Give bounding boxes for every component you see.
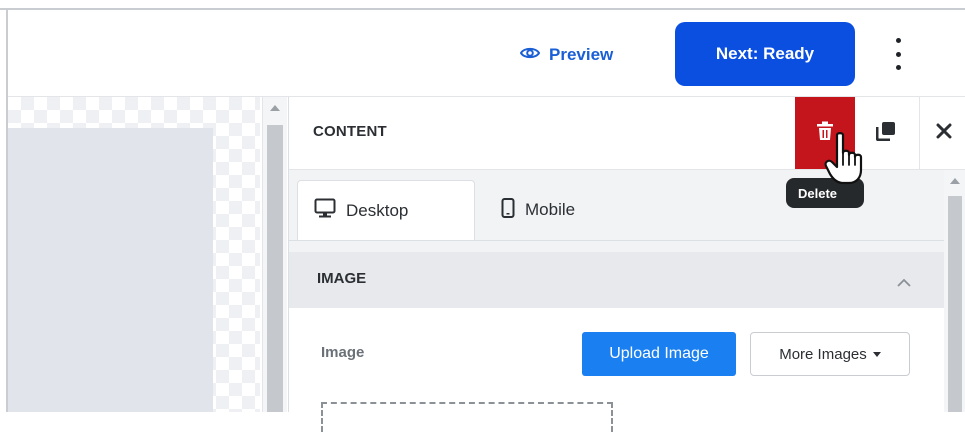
monitor-icon [314, 198, 336, 223]
tab-desktop[interactable]: Desktop [297, 180, 475, 240]
caret-down-icon [872, 351, 881, 357]
preview-label: Preview [549, 45, 614, 64]
more-images-dropdown[interactable]: More Images [750, 332, 910, 376]
panel-title: CONTENT [313, 123, 387, 140]
image-section: IMAGE Image Upload Image More Images [289, 252, 944, 432]
phone-icon [501, 197, 515, 223]
next-ready-label: Next: Ready [715, 44, 815, 63]
scroll-up-arrow-icon[interactable] [270, 105, 280, 111]
canvas-scroll-thumb[interactable] [267, 125, 283, 412]
image-section-header[interactable]: IMAGE [289, 252, 944, 308]
image-drop-zone[interactable] [321, 402, 613, 432]
upload-image-label: Upload Image [609, 345, 709, 362]
close-panel-button[interactable] [919, 97, 965, 169]
canvas-scrollbar[interactable] [262, 97, 287, 412]
preview-link[interactable]: Preview [519, 38, 614, 72]
upload-image-button[interactable]: Upload Image [582, 332, 736, 376]
close-icon [936, 123, 952, 144]
chevron-up-icon[interactable] [897, 274, 911, 292]
eye-icon [519, 45, 541, 65]
duplicate-icon [875, 121, 896, 146]
tabs-divider [289, 240, 944, 241]
tab-desktop-label: Desktop [346, 200, 409, 220]
hand-pointer-cursor-icon [824, 132, 866, 191]
panel-scroll-up-arrow-icon[interactable] [950, 178, 960, 184]
more-options-icon[interactable] [888, 36, 908, 72]
panel-scrollbar[interactable] [944, 170, 965, 412]
panel-scroll-thumb[interactable] [948, 196, 962, 412]
canvas-content-block[interactable] [8, 128, 213, 412]
top-toolbar: Preview Next: Ready [8, 10, 965, 97]
content-panel: CONTENT Delete Desktop Mobile IMAGE Imag… [288, 97, 965, 432]
next-ready-button[interactable]: Next: Ready [675, 22, 855, 86]
image-section-title: IMAGE [317, 270, 367, 287]
tab-mobile[interactable]: Mobile [485, 180, 625, 240]
more-images-label: More Images [779, 345, 867, 363]
tab-mobile-label: Mobile [525, 200, 576, 219]
image-field-label: Image [321, 344, 365, 361]
